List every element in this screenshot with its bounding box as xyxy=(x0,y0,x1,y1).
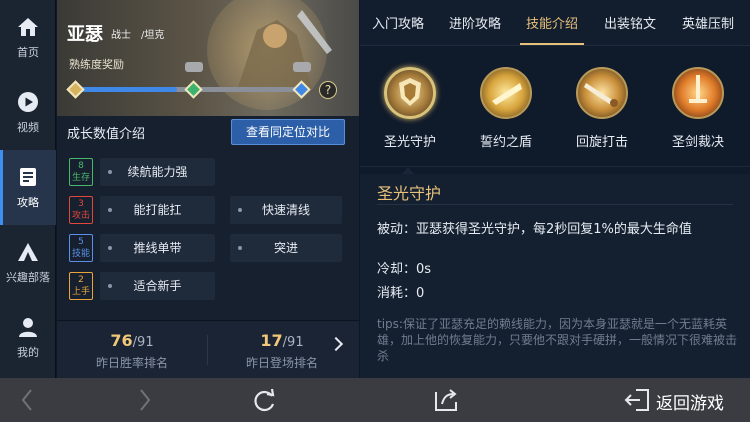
nav-item-guide[interactable]: 攻略 xyxy=(0,150,56,225)
left-nav: 首页 视频 攻略 兴趣部落 我的 xyxy=(0,0,56,378)
skill-item-oath-shield[interactable]: 誓约之盾 xyxy=(458,67,554,150)
stat-value: 8 xyxy=(78,161,84,171)
skill-cooldown: 冷却：0s xyxy=(377,262,432,277)
nav-item-home[interactable]: 首页 xyxy=(0,0,56,75)
stat-label: 技能 xyxy=(71,249,90,259)
stat-value: 5 xyxy=(78,237,84,247)
stat-tag-skill: 5 技能 xyxy=(69,234,93,262)
trait-item: 推线单带 xyxy=(100,234,215,262)
nav-item-tribe[interactable]: 兴趣部落 xyxy=(0,225,56,300)
skill-cost: 消耗：0 xyxy=(377,286,425,301)
win-rate-rank-label: 昨日胜率排名 xyxy=(95,356,168,370)
refresh-icon[interactable] xyxy=(250,378,278,422)
play-icon xyxy=(18,92,38,112)
rank-gem-icon xyxy=(66,80,85,99)
hero-banner: 亚瑟 战士 /坦克 熟练度奖励 ? xyxy=(57,0,359,116)
skill-name: 回旋打击 xyxy=(575,135,628,150)
tab-advanced-guide[interactable]: 进阶攻略 xyxy=(449,13,501,32)
tab-beginner-guide[interactable]: 入门攻略 xyxy=(372,13,424,32)
hero-artwork xyxy=(237,10,332,90)
proficiency-bar-fill xyxy=(77,87,177,92)
proficiency-label: 熟练度奖励 xyxy=(69,58,124,71)
skill-name: 誓约之盾 xyxy=(479,135,532,150)
trait-item: 快速清线 xyxy=(230,196,342,224)
skill-detail-title: 圣光守护 xyxy=(377,184,442,203)
stat-tag-attack: 3 攻击 xyxy=(69,196,93,224)
home-icon xyxy=(18,18,38,36)
stat-value: 2 xyxy=(78,275,84,285)
stat-label: 生存 xyxy=(71,173,90,183)
pick-rate-rank: 17/91 昨日登场排名 xyxy=(212,331,352,371)
stat-tag-ease: 2 上手 xyxy=(69,272,93,300)
divider xyxy=(207,335,208,365)
tab-bar: 入门攻略 进阶攻略 技能介绍 出装铭文 英雄压制 xyxy=(360,0,750,46)
trait-item: 突进 xyxy=(230,234,342,262)
skill-item-spin-strike[interactable]: 回旋打击 xyxy=(554,67,650,150)
skill-list: 圣光守护 誓约之盾 回旋打击 圣剑裁决 xyxy=(360,47,750,167)
nav-label-tribe: 兴趣部落 xyxy=(6,271,50,284)
nav-label-home: 首页 xyxy=(17,46,39,59)
tab-build-inscription[interactable]: 出装铭文 xyxy=(604,13,656,32)
stat-label: 攻击 xyxy=(71,211,90,221)
help-icon[interactable]: ? xyxy=(319,81,337,99)
stat-tag-survival: 8 生存 xyxy=(69,158,93,186)
pick-rate-rank-value: 17 xyxy=(260,331,283,350)
win-rate-rank-total: /91 xyxy=(132,335,154,350)
shield-dash-icon xyxy=(480,67,532,119)
nav-item-video[interactable]: 视频 xyxy=(0,75,56,150)
growth-title: 成长数值介绍 xyxy=(67,127,146,142)
holy-sword-icon xyxy=(672,67,724,119)
trait-item: 能打能扛 xyxy=(100,196,215,224)
skill-item-holy-sword[interactable]: 圣剑裁决 xyxy=(650,67,746,150)
browser-bottom-bar: 返回游戏 xyxy=(0,378,750,422)
nav-label-video: 视频 xyxy=(17,121,39,134)
right-panel: 入门攻略 进阶攻略 技能介绍 出装铭文 英雄压制 圣光守护 誓约之盾 回旋打击 … xyxy=(360,0,750,378)
skill-passive-text: 被动：亚瑟获得圣光守护，每2秒回复1%的最大生命值 xyxy=(377,222,692,237)
pick-rate-rank-label: 昨日登场排名 xyxy=(245,356,318,370)
hero-name: 亚瑟 xyxy=(67,24,103,45)
exit-icon[interactable] xyxy=(622,378,652,422)
trait-item: 续航能力强 xyxy=(100,158,215,186)
medal-icon xyxy=(185,62,203,72)
skill-item-holy-guard[interactable]: 圣光守护 xyxy=(362,67,458,150)
share-icon[interactable] xyxy=(432,378,460,422)
compare-button[interactable]: 查看同定位对比 xyxy=(231,119,345,145)
trait-item: 适合新手 xyxy=(100,272,215,300)
stat-value: 3 xyxy=(78,199,84,209)
tribe-icon xyxy=(18,243,38,261)
active-tab-indicator xyxy=(520,43,584,45)
hero-role-tank: /坦克 xyxy=(141,30,165,41)
pick-rate-rank-total: /91 xyxy=(282,335,304,350)
hero-role-warrior: 战士 xyxy=(111,30,131,41)
tab-skill-intro[interactable]: 技能介绍 xyxy=(526,13,578,32)
stat-label: 上手 xyxy=(71,287,90,297)
rank-summary[interactable]: 76/91 昨日胜率排名 17/91 昨日登场排名 xyxy=(57,320,359,378)
medal-icon xyxy=(293,62,311,72)
shield-emblem-icon xyxy=(384,67,436,119)
back-arrow-icon[interactable] xyxy=(16,378,38,422)
rank-gem-icon xyxy=(184,80,203,99)
return-to-game-button[interactable]: 返回游戏 xyxy=(656,389,724,414)
skill-tips: tips:保证了亚瑟充足的赖线能力，因为本身亚瑟就是一个无蓝耗英雄，加上他的恢复… xyxy=(377,317,738,363)
win-rate-rank: 76/91 昨日胜率排名 xyxy=(62,331,202,371)
nav-label-me: 我的 xyxy=(17,346,39,359)
nav-item-me[interactable]: 我的 xyxy=(0,300,56,375)
user-icon xyxy=(19,318,37,337)
divider xyxy=(377,204,733,205)
win-rate-rank-value: 76 xyxy=(110,331,133,350)
growth-section: 成长数值介绍 查看同定位对比 8 生存 3 攻击 5 技能 2 上手 续航能力强… xyxy=(57,116,359,378)
tab-hero-counter[interactable]: 英雄压制 xyxy=(682,13,734,32)
guide-icon xyxy=(20,168,36,186)
sword-spin-icon xyxy=(576,67,628,119)
selected-skill-pointer xyxy=(402,167,414,174)
forward-arrow-icon[interactable] xyxy=(134,378,156,422)
skill-name: 圣光守护 xyxy=(383,135,436,150)
skill-detail: 圣光守护 被动：亚瑟获得圣光守护，每2秒回复1%的最大生命值 冷却：0s 消耗：… xyxy=(360,174,750,378)
nav-label-guide: 攻略 xyxy=(17,196,39,209)
skill-name: 圣剑裁决 xyxy=(671,135,724,150)
